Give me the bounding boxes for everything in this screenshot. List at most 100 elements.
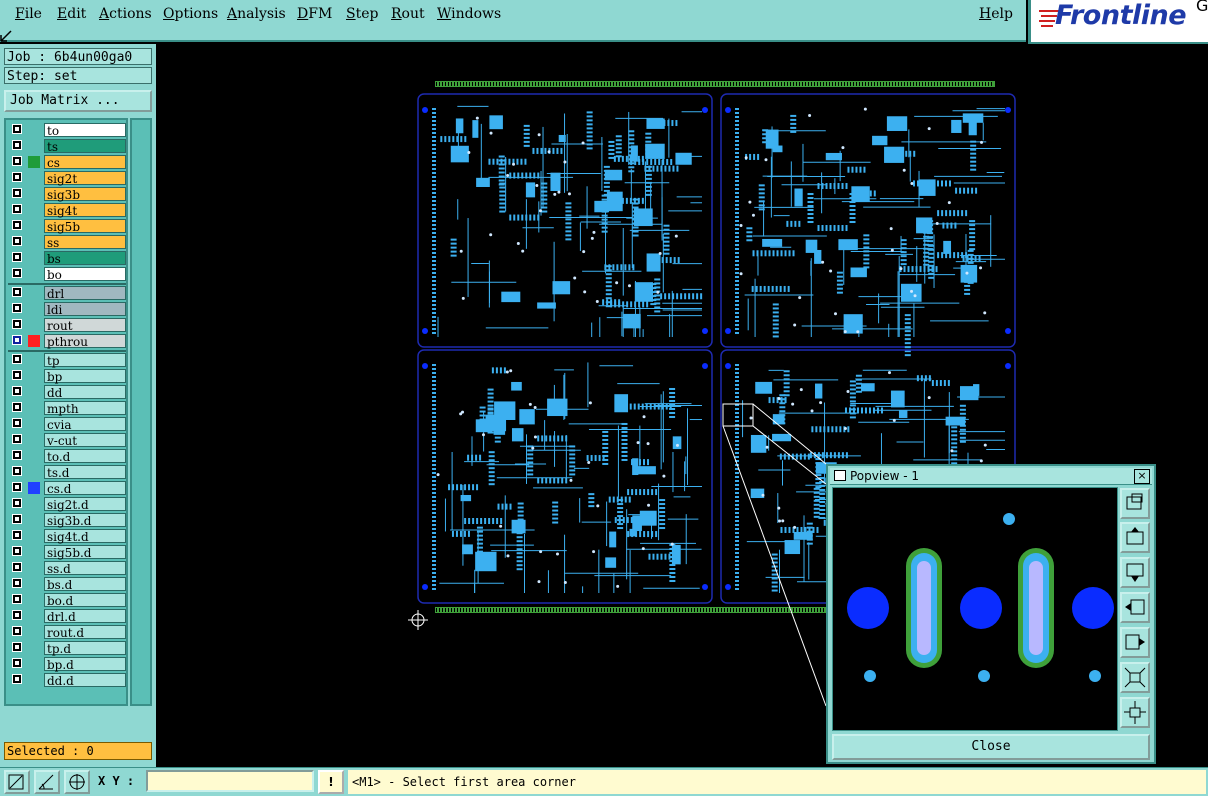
layer-name[interactable]: rout	[44, 318, 126, 333]
menu-analysis[interactable]: Analysis	[227, 6, 286, 22]
layer-checkbox[interactable]	[12, 252, 22, 262]
popview-pan-down-button[interactable]	[1120, 557, 1150, 588]
layer-row-tp[interactable]: tp	[8, 353, 126, 368]
layer-name[interactable]: drl.d	[44, 609, 126, 624]
layer-row-to[interactable]: to	[8, 123, 126, 138]
popview-pan-left-button[interactable]	[1120, 592, 1150, 623]
popview-zoom-button[interactable]	[1120, 488, 1150, 519]
layer-row-sig2t-d[interactable]: sig2t.d	[8, 497, 126, 512]
layer-name[interactable]: dd.d	[44, 673, 126, 688]
layer-name[interactable]: bp	[44, 369, 126, 384]
layer-row-dd[interactable]: dd	[8, 385, 126, 400]
layer-checkbox[interactable]	[12, 418, 22, 428]
layer-name[interactable]: to.d	[44, 449, 126, 464]
layer-name[interactable]: ts.d	[44, 465, 126, 480]
layer-row-rout[interactable]: rout	[8, 318, 126, 333]
layer-row-sig4t-d[interactable]: sig4t.d	[8, 529, 126, 544]
layer-row-dd-d[interactable]: dd.d	[8, 673, 126, 688]
layer-checkbox[interactable]	[12, 354, 22, 364]
layer-checkbox[interactable]	[12, 642, 22, 652]
layer-row-sig2t[interactable]: sig2t	[8, 171, 126, 186]
layer-checkbox[interactable]	[12, 450, 22, 460]
layer-name[interactable]: sig2t.d	[44, 497, 126, 512]
layer-checkbox[interactable]	[12, 626, 22, 636]
popview-pan-right-button[interactable]	[1120, 627, 1150, 658]
layer-row-to-d[interactable]: to.d	[8, 449, 126, 464]
alert-button[interactable]: !	[318, 770, 344, 794]
layer-name[interactable]: tp.d	[44, 641, 126, 656]
layer-name[interactable]: rout.d	[44, 625, 126, 640]
layer-row-drl[interactable]: drl	[8, 286, 126, 301]
layer-row-cvia[interactable]: cvia	[8, 417, 126, 432]
layer-row-rout-d[interactable]: rout.d	[8, 625, 126, 640]
snap-grid-button[interactable]	[64, 770, 90, 794]
layer-checkbox[interactable]	[12, 386, 22, 396]
layer-checkbox[interactable]	[12, 188, 22, 198]
layer-name[interactable]: sig3b	[44, 187, 126, 202]
menu-actions[interactable]: Actions	[99, 6, 152, 22]
menu-step[interactable]: Step	[346, 6, 378, 22]
layer-name[interactable]: cs	[44, 155, 126, 170]
layer-checkbox[interactable]	[12, 562, 22, 572]
layer-row-sig5b-d[interactable]: sig5b.d	[8, 545, 126, 560]
popview-titlebar[interactable]: Popview - 1 ×	[830, 468, 1152, 485]
layer-list-scrollbar[interactable]	[130, 118, 152, 706]
menu-rout[interactable]: Rout	[391, 6, 425, 22]
menu-options[interactable]: Options	[163, 6, 218, 22]
layer-name[interactable]: sig4t	[44, 203, 126, 218]
layer-row-sig3b-d[interactable]: sig3b.d	[8, 513, 126, 528]
layer-checkbox[interactable]	[12, 156, 22, 166]
layer-name[interactable]: bs	[44, 251, 126, 266]
layer-row-drl-d[interactable]: drl.d	[8, 609, 126, 624]
layer-name[interactable]: cs.d	[44, 481, 126, 496]
layer-checkbox[interactable]	[12, 303, 22, 313]
menu-help[interactable]: Help	[979, 6, 1013, 22]
layer-checkbox[interactable]	[12, 370, 22, 380]
popview-zoom-in-button[interactable]	[1120, 662, 1150, 693]
layer-row-cs-d[interactable]: cs.d	[8, 481, 126, 496]
layer-name[interactable]: bp.d	[44, 657, 126, 672]
layer-row-pthrou[interactable]: pthrou	[8, 334, 126, 349]
layer-row-bo[interactable]: bo	[8, 267, 126, 282]
layer-checkbox[interactable]	[12, 530, 22, 540]
layer-row-bs-d[interactable]: bs.d	[8, 577, 126, 592]
layer-checkbox[interactable]	[12, 546, 22, 556]
layer-row-ts-d[interactable]: ts.d	[8, 465, 126, 480]
layer-checkbox[interactable]	[12, 236, 22, 246]
layer-name[interactable]: ss.d	[44, 561, 126, 576]
layer-checkbox[interactable]	[12, 514, 22, 524]
popview-zoom-out-button[interactable]	[1120, 697, 1150, 728]
layer-name[interactable]: sig2t	[44, 171, 126, 186]
popview-close-icon[interactable]: ×	[1134, 469, 1150, 484]
layer-name[interactable]: ldi	[44, 302, 126, 317]
layer-checkbox[interactable]	[12, 335, 22, 345]
layer-checkbox[interactable]	[12, 319, 22, 329]
layer-row-sig4t[interactable]: sig4t	[8, 203, 126, 218]
layer-name[interactable]: bo	[44, 267, 126, 282]
layer-row-cs[interactable]: cs	[8, 155, 126, 170]
layer-checkbox[interactable]	[12, 434, 22, 444]
menu-dfm[interactable]: DFM	[297, 6, 332, 22]
layer-checkbox[interactable]	[12, 658, 22, 668]
layer-name[interactable]: v-cut	[44, 433, 126, 448]
layer-checkbox[interactable]	[12, 578, 22, 588]
layer-checkbox[interactable]	[12, 402, 22, 412]
xy-coordinate-input[interactable]	[146, 770, 314, 792]
layer-checkbox[interactable]	[12, 610, 22, 620]
layer-row-sig3b[interactable]: sig3b	[8, 187, 126, 202]
layer-checkbox[interactable]	[12, 124, 22, 134]
layer-checkbox[interactable]	[12, 287, 22, 297]
layer-checkbox[interactable]	[12, 204, 22, 214]
layer-name[interactable]: ts	[44, 139, 126, 154]
menu-windows[interactable]: Windows	[437, 6, 501, 22]
measure-button[interactable]	[34, 770, 60, 794]
layer-row-sig5b[interactable]: sig5b	[8, 219, 126, 234]
layer-checkbox[interactable]	[12, 498, 22, 508]
layer-name[interactable]: to	[44, 123, 126, 138]
layer-checkbox[interactable]	[12, 594, 22, 604]
layer-row-bp-d[interactable]: bp.d	[8, 657, 126, 672]
layer-name[interactable]: sig4t.d	[44, 529, 126, 544]
layer-checkbox[interactable]	[12, 674, 22, 684]
layer-row-ss-d[interactable]: ss.d	[8, 561, 126, 576]
layer-name[interactable]: bo.d	[44, 593, 126, 608]
